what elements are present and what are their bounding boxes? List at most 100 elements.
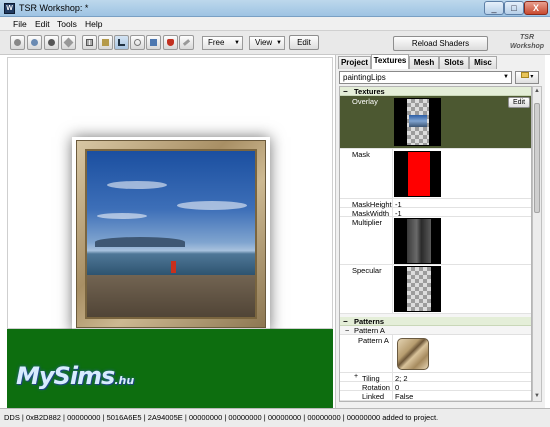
mask-texture-thumbnail[interactable] <box>394 151 441 197</box>
row-tiling[interactable]: Tiling + 2; 2 <box>340 373 531 383</box>
collapse-icon[interactable]: − <box>345 326 349 335</box>
tab-mesh[interactable]: Mesh <box>409 56 439 69</box>
tab-slots[interactable]: Slots <box>439 56 469 69</box>
panel-tabs: Project Textures Mesh Slots Misc <box>338 54 546 69</box>
normals-toggle-button[interactable] <box>130 35 145 50</box>
title-bar: W TSR Workshop: * _ □ X <box>0 0 550 17</box>
slots-toggle-button[interactable] <box>146 35 161 50</box>
row-mask[interactable]: Mask <box>340 149 531 199</box>
edit-button[interactable]: Edit <box>289 35 319 50</box>
preset-menu-button[interactable]: ▾ <box>515 71 539 84</box>
view-mode-dropdown[interactable]: View ▼ <box>249 36 285 50</box>
property-grid: − Textures Overlay Mask MaskHeight -1 Mas… <box>339 86 532 402</box>
section-patterns[interactable]: − Patterns <box>340 317 531 326</box>
app-icon: W <box>4 3 15 14</box>
tab-misc[interactable]: Misc <box>469 56 497 69</box>
shoe-view-button[interactable] <box>163 35 178 50</box>
overlay-image <box>409 115 427 127</box>
lighting-button[interactable] <box>61 35 76 50</box>
cloud-shape <box>97 213 147 219</box>
menu-tools[interactable]: Tools <box>57 19 77 29</box>
specular-texture-thumbnail[interactable] <box>394 266 441 312</box>
reload-shaders-button[interactable]: Reload Shaders <box>393 36 488 51</box>
window-title: TSR Workshop: * <box>19 3 89 13</box>
minimize-button[interactable]: _ <box>484 1 504 15</box>
chevron-down-icon: ▼ <box>503 74 509 80</box>
row-linked[interactable]: Linked False <box>340 391 531 401</box>
mountain-shape <box>95 237 185 247</box>
view-mode-value: View <box>255 38 273 47</box>
shoe-icon <box>167 39 174 46</box>
menu-help[interactable]: Help <box>85 19 102 29</box>
person-figure <box>171 261 176 273</box>
row-value[interactable]: False <box>395 392 413 401</box>
texture-edit-button[interactable]: Edit <box>508 97 530 108</box>
watermark-suffix: .hu <box>114 374 135 387</box>
grid-toggle-button[interactable] <box>82 35 97 50</box>
preset-value: paintingLips <box>343 73 386 82</box>
maximize-button[interactable]: □ <box>504 1 524 15</box>
row-label: Linked <box>362 392 385 401</box>
preset-dropdown[interactable]: paintingLips ▼ <box>339 71 512 84</box>
row-label: Specular <box>352 266 382 275</box>
folder-icon <box>520 72 529 78</box>
diamond-icon <box>63 37 74 48</box>
row-label: Mask <box>352 150 370 159</box>
camera-mode-dropdown[interactable]: Free ▼ <box>202 36 243 50</box>
chevron-down-icon: ▼ <box>234 40 240 46</box>
painting-frame-model[interactable] <box>76 140 266 328</box>
floor-toggle-button[interactable] <box>114 35 129 50</box>
row-mask-height[interactable]: MaskHeight -1 <box>340 199 531 209</box>
cloud-shape <box>177 201 247 210</box>
expand-icon[interactable]: + <box>354 373 358 380</box>
grid-icon <box>86 39 93 46</box>
row-mask-width[interactable]: MaskWidth -1 <box>340 208 531 218</box>
wireframe-view-button[interactable] <box>44 35 59 50</box>
pattern-wood-swatch[interactable] <box>397 338 429 370</box>
panel-scrollbar[interactable]: ▲ ▼ <box>532 86 542 402</box>
tab-project[interactable]: Project <box>338 56 371 69</box>
slots-icon <box>150 39 157 46</box>
shaded-view-button[interactable] <box>10 35 25 50</box>
painting-image <box>85 149 257 319</box>
tab-textures[interactable]: Textures <box>371 54 409 69</box>
rocks-shape <box>87 275 255 317</box>
camera-mode-value: Free <box>208 38 225 47</box>
watermark-main: MySims <box>16 362 115 390</box>
textured-view-button[interactable] <box>27 35 42 50</box>
row-multiplier[interactable]: Multiplier <box>340 217 531 265</box>
menu-edit[interactable]: Edit <box>35 19 50 29</box>
section-textures[interactable]: − Textures <box>340 87 531 96</box>
scroll-down-icon[interactable]: ▼ <box>533 392 541 400</box>
close-button[interactable]: X <box>524 1 548 15</box>
section-label: Patterns <box>354 317 385 326</box>
collapse-icon[interactable]: − <box>343 317 348 326</box>
sphere-icon <box>31 39 38 46</box>
row-rotation[interactable]: Rotation 0 <box>340 382 531 392</box>
toolbar: Free ▼ View ▼ Edit Reload Shaders <box>0 31 550 55</box>
cloud-shape <box>107 181 167 189</box>
multiplier-texture-thumbnail[interactable] <box>394 218 441 264</box>
mask-red-fill <box>408 152 430 196</box>
scrollbar-thumb[interactable] <box>534 103 540 213</box>
multiplier-image <box>407 219 431 263</box>
floor-icon <box>118 39 125 46</box>
collapse-icon[interactable]: − <box>343 87 348 96</box>
menu-file[interactable]: File <box>13 19 27 29</box>
chevron-down-icon: ▼ <box>276 40 282 46</box>
row-pattern-a[interactable]: Pattern A <box>340 335 531 373</box>
mysims-watermark: MySims.hu <box>16 362 134 390</box>
bones-icon <box>102 39 109 46</box>
menu-bar: File Edit Tools Help <box>0 17 550 31</box>
row-specular[interactable]: Specular <box>340 265 531 314</box>
row-overlay[interactable]: Overlay <box>340 96 531 149</box>
overlay-texture-thumbnail[interactable] <box>394 98 441 146</box>
status-bar: DDS | 0xB2D882 | 00000000 | 5016A6E5 | 2… <box>0 408 550 427</box>
pencil-button[interactable] <box>179 35 194 50</box>
section-label: Textures <box>354 87 385 96</box>
tsr-logo: TSR Workshop <box>509 34 545 50</box>
row-label: Pattern A <box>358 336 389 345</box>
scroll-up-icon[interactable]: ▲ <box>533 87 541 95</box>
group-pattern-a[interactable]: − Pattern A <box>340 326 531 335</box>
bones-toggle-button[interactable] <box>98 35 113 50</box>
